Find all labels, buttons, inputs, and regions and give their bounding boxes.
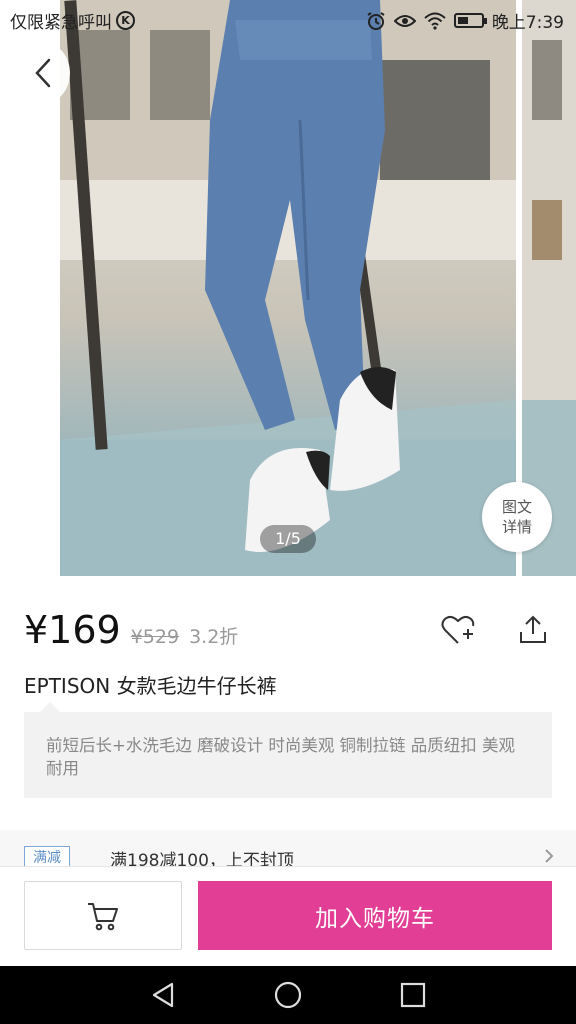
- current-price: ¥169: [24, 608, 121, 652]
- gallery-page-indicator: 1/5: [260, 525, 316, 553]
- share-icon: [520, 615, 546, 643]
- product-detail-screen: 1/5 图文 详情 仅限紧急呼叫 K 晚上7:39 ¥169 ¥529 3.2折…: [0, 0, 576, 1024]
- back-arrow-icon: [35, 58, 51, 88]
- add-to-cart-button[interactable]: 加入购物车: [198, 881, 552, 950]
- wifi-icon: [424, 12, 446, 30]
- bottom-action-bar: 加入购物车: [0, 866, 576, 966]
- system-navigation-bar: [0, 966, 576, 1024]
- detail-button-line2: 详情: [501, 518, 532, 536]
- chevron-right-icon: [545, 849, 554, 863]
- original-price: ¥529: [130, 626, 180, 648]
- nav-recents-icon: [401, 982, 426, 1008]
- image-text-detail-button[interactable]: 图文 详情: [482, 482, 552, 552]
- nav-recents-button[interactable]: [393, 975, 433, 1015]
- status-right: 晚上7:39: [366, 8, 564, 33]
- favorite-button[interactable]: [440, 612, 476, 648]
- price-row: ¥169 ¥529 3.2折: [24, 608, 238, 652]
- nav-back-icon: [152, 982, 173, 1008]
- k-badge-icon: K: [116, 11, 135, 30]
- product-description: 前短后长+水洗毛边 磨破设计 时尚美观 铜制拉链 品质纽扣 美观耐用: [24, 702, 552, 798]
- product-image-gallery[interactable]: 1/5 图文 详情: [0, 0, 576, 576]
- detail-button-line1: 图文: [501, 498, 532, 516]
- status-left: 仅限紧急呼叫 K: [10, 8, 135, 33]
- heart-plus-icon: [441, 615, 475, 644]
- battery-icon: [453, 13, 487, 28]
- battery-level: [457, 17, 468, 24]
- nav-home-button[interactable]: [268, 975, 308, 1015]
- discount-label: 3.2折: [189, 626, 239, 648]
- cart-button[interactable]: [24, 881, 182, 950]
- product-photo[interactable]: [60, 0, 516, 576]
- alarm-icon: [367, 11, 385, 30]
- status-bar: 仅限紧急呼叫 K 晚上7:39: [0, 0, 576, 40]
- nav-back-button[interactable]: [143, 975, 183, 1015]
- product-photo-illustration: [60, 0, 516, 576]
- back-button[interactable]: [16, 42, 70, 104]
- product-description-text: 前短后长+水洗毛边 磨破设计 时尚美观 铜制拉链 品质纽扣 美观耐用: [46, 736, 516, 778]
- status-time: 晚上7:39: [491, 13, 564, 33]
- product-title: EPTISON 女款毛边牛仔长裤: [24, 674, 277, 698]
- promotion-row[interactable]: 满减 满198减100，上不封顶: [0, 830, 576, 871]
- share-button[interactable]: [515, 612, 551, 648]
- eye-icon: [393, 14, 416, 27]
- nav-home-icon: [274, 981, 302, 1009]
- emergency-calls-text: 仅限紧急呼叫: [10, 13, 112, 33]
- cart-icon: [88, 902, 118, 930]
